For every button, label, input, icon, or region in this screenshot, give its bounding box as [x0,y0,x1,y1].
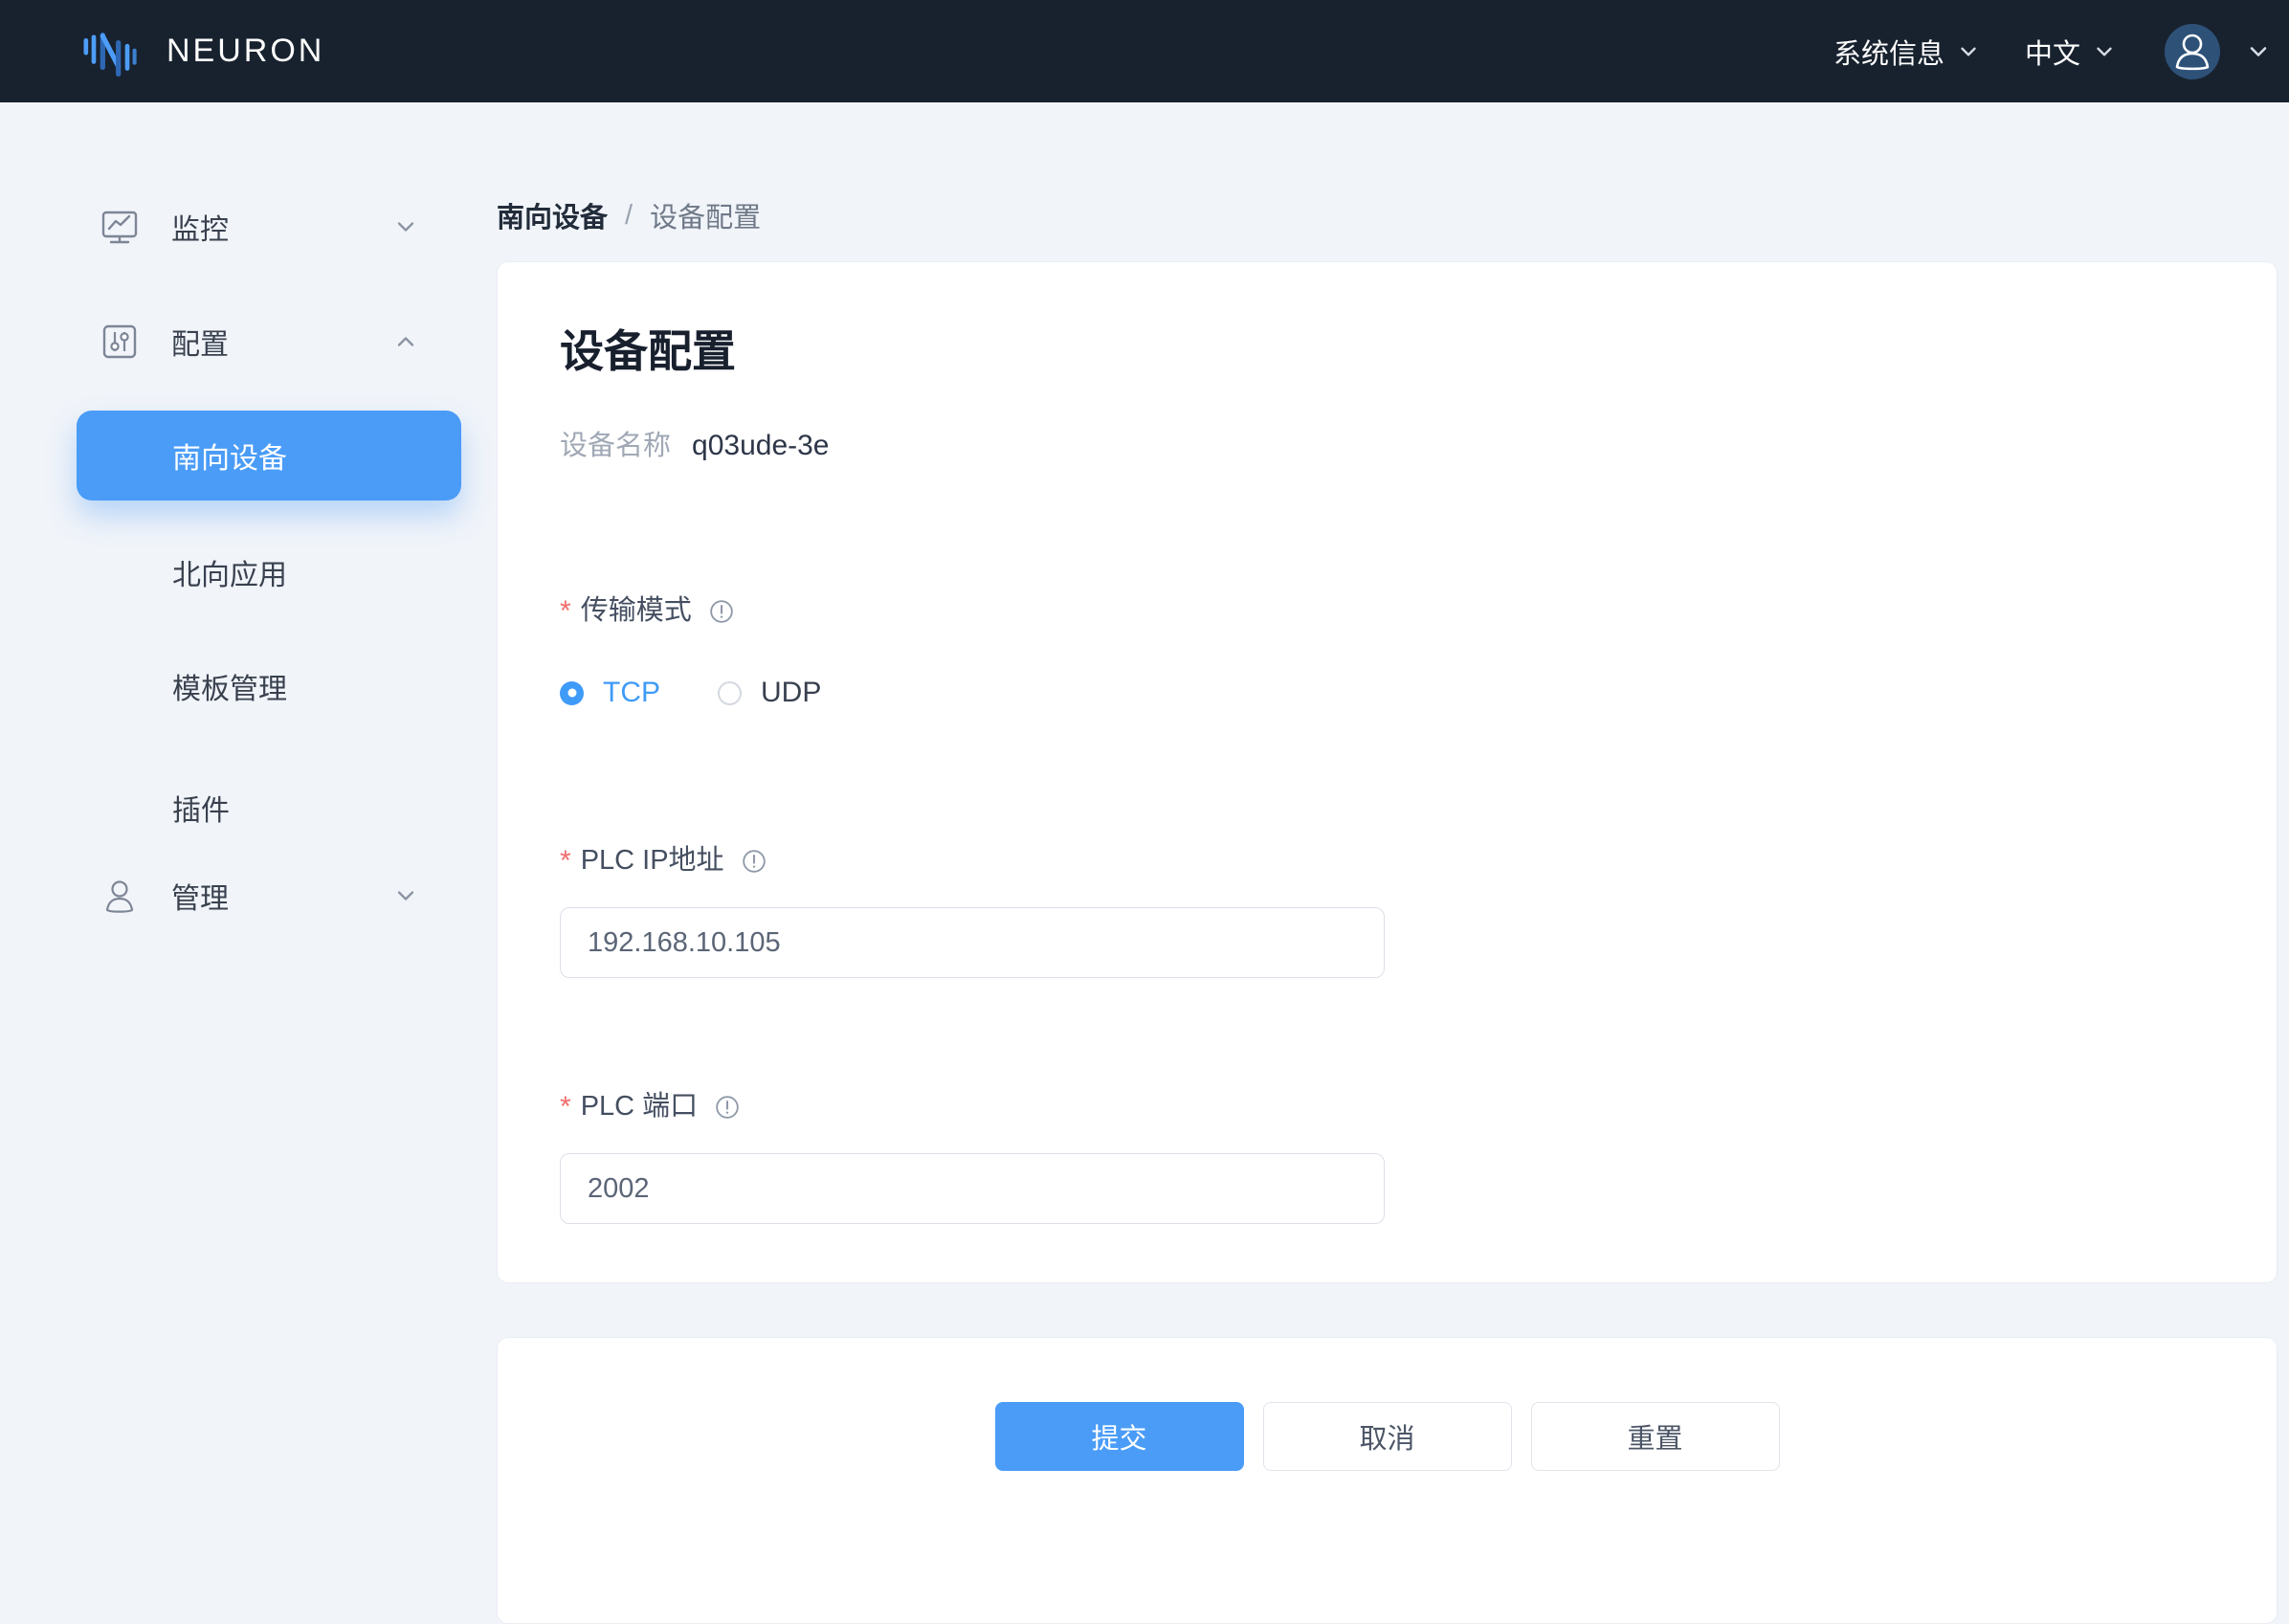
breadcrumb-current: 设备配置 [650,195,761,235]
sidebar-item-northbound[interactable]: 北向应用 [0,534,478,611]
plc-ip-input[interactable] [560,907,1385,978]
sidebar: 监控 配置 南向设备 北向应用 模板管理 插件 管理 [0,102,478,934]
breadcrumb-separator: / [625,200,633,232]
plc-ip-label-row: * PLC IP地址 [560,845,2214,877]
user-avatar[interactable] [2165,24,2220,79]
transport-mode-options: TCP UDP [560,677,2214,709]
plc-port-label: PLC 端口 [581,1092,698,1123]
field-transport-mode: * 传输模式 TCP UDP [560,595,2214,709]
plc-port-input[interactable] [560,1153,1385,1224]
info-icon[interactable] [742,849,767,874]
system-info-label: 系统信息 [1833,32,1945,72]
neuron-logo-icon [80,17,147,86]
required-mark: * [560,1091,571,1123]
monitor-icon [99,206,141,248]
required-mark: * [560,595,571,627]
chevron-down-icon [392,882,419,909]
info-icon[interactable] [715,1095,740,1120]
plc-port-label-row: * PLC 端口 [560,1091,2214,1123]
sidebar-item-configuration[interactable]: 配置 [0,303,478,380]
transport-mode-label: 传输模式 [581,596,692,627]
device-name-value: q03ude-3e [692,430,829,462]
sidebar-item-plugins[interactable]: 插件 [0,769,478,846]
language-label: 中文 [2025,32,2080,72]
transport-mode-label-row: * 传输模式 [560,595,2214,627]
info-icon[interactable] [709,599,734,624]
device-config-card: 设备配置 设备名称 q03ude-3e * 传输模式 [497,261,2278,1283]
plc-ip-label: PLC IP地址 [581,846,724,877]
radio-checked-icon[interactable] [560,681,584,705]
sidebar-item-label: 配置 [171,321,229,363]
language-menu[interactable]: 中文 [2025,32,2117,72]
sidebar-item-label: 南向设备 [172,434,287,477]
main-content: 南向设备 / 设备配置 设备配置 设备名称 q03ude-3e * 传输模式 [497,102,2278,1624]
sidebar-item-management[interactable]: 管理 [0,857,478,934]
chevron-up-icon [392,328,419,355]
radio-unchecked-icon[interactable] [718,681,742,705]
sidebar-item-templates[interactable]: 模板管理 [0,648,478,724]
reset-button[interactable]: 重置 [1531,1402,1780,1471]
user-icon [2165,24,2220,79]
system-info-menu[interactable]: 系统信息 [1833,32,1981,72]
person-icon [99,875,141,917]
brand-name: NEURON [167,33,324,70]
required-mark: * [560,845,571,877]
radio-label-tcp: TCP [603,677,660,709]
topbar-right: 系统信息 中文 [1833,24,2272,79]
chevron-down-icon [392,213,419,240]
radio-option-udp[interactable]: UDP [718,677,821,709]
breadcrumb-parent[interactable]: 南向设备 [497,195,608,235]
chevron-down-icon [2092,39,2117,64]
cancel-button[interactable]: 取消 [1263,1402,1512,1471]
field-plc-ip: * PLC IP地址 [560,845,2214,978]
page-title: 设备配置 [560,329,2214,373]
sidebar-item-label: 北向应用 [172,551,287,593]
brand: NEURON [80,17,324,86]
sidebar-item-southbound-active[interactable]: 南向设备 [77,411,461,501]
radio-label-udp: UDP [761,677,821,709]
chevron-down-icon [1956,39,1981,64]
radio-option-tcp[interactable]: TCP [560,677,660,709]
breadcrumb: 南向设备 / 设备配置 [497,198,2278,233]
actions-card: 提交 取消 重置 [497,1337,2278,1624]
sidebar-item-label: 监控 [171,206,229,248]
user-menu[interactable] [2165,24,2272,79]
field-plc-port: * PLC 端口 [560,1091,2214,1224]
chevron-down-icon [2245,38,2272,65]
sidebar-item-monitoring[interactable]: 监控 [0,189,478,265]
top-bar: NEURON 系统信息 中文 [0,0,2289,102]
sidebar-item-label: 管理 [171,875,229,917]
sidebar-item-label: 模板管理 [172,665,287,707]
device-name-label: 设备名称 [560,423,671,463]
submit-button[interactable]: 提交 [995,1402,1244,1471]
sliders-icon [99,321,141,363]
sidebar-item-label: 插件 [172,787,230,829]
device-name-row: 设备名称 q03ude-3e [560,423,2214,463]
